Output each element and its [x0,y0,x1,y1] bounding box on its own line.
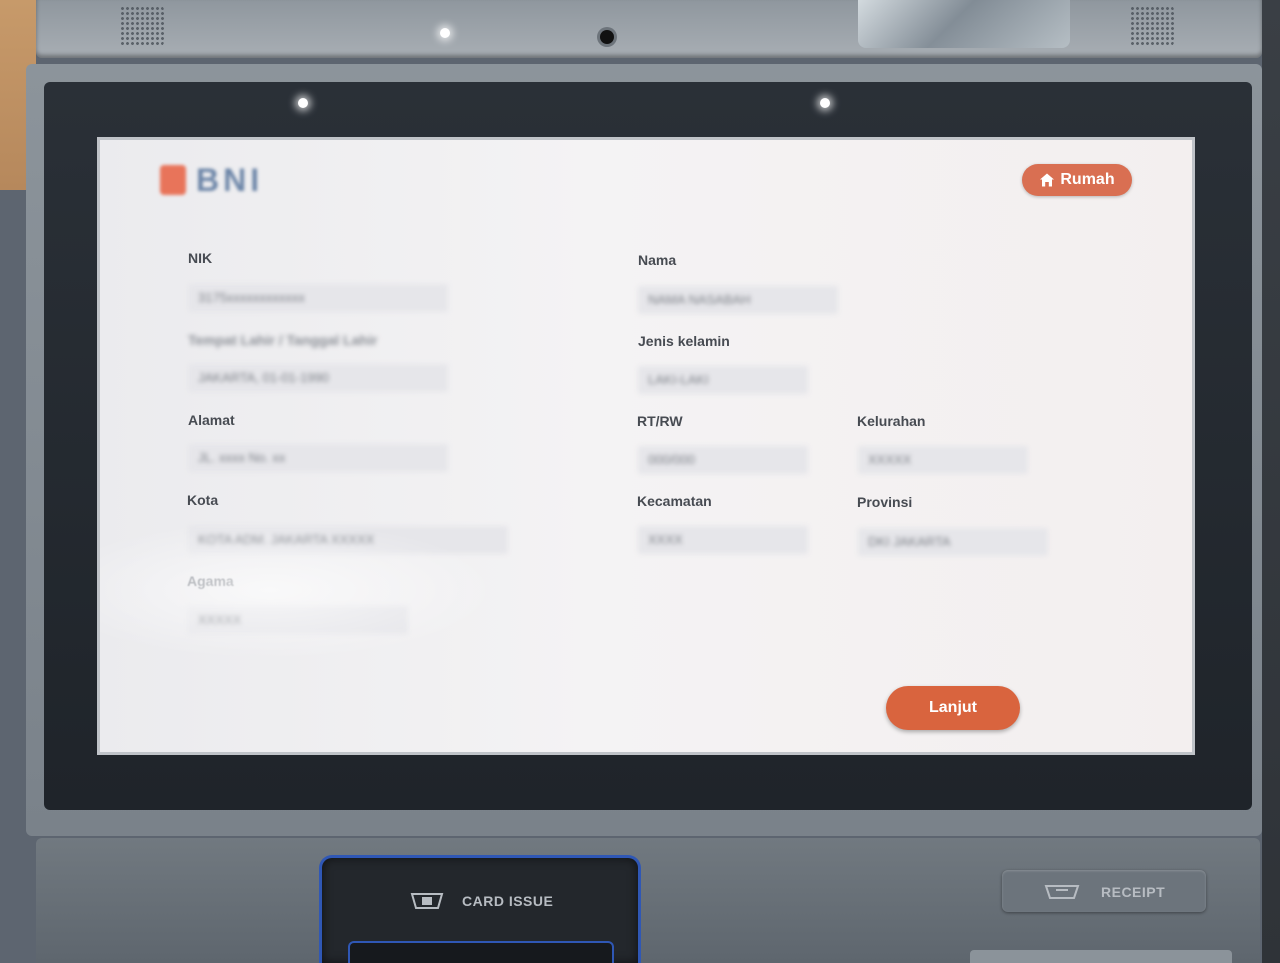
card-slot-opening [350,943,612,963]
bank-logo-text: BNI [196,161,264,198]
bank-logo: BNI [160,162,263,198]
atm-screen: BNI Rumah NIK 3175xxxxxxxxxxxx Tempat La… [100,140,1192,752]
value-agama: XXXXX [188,606,408,634]
label-rt-rw: RT/RW [637,413,683,429]
label-birth: Tempat Lahir / Tanggal Lahir [188,332,378,348]
label-nama: Nama [638,252,677,268]
label-alamat: Alamat [188,412,235,428]
value-jenis-kelamin: LAKI-LAKI [638,366,808,394]
value-nama: NAMA NASABAH [638,286,838,314]
value-provinsi: DKI JAKARTA [858,528,1048,556]
house-icon [1040,173,1055,187]
label-kecamatan: Kecamatan [637,493,712,509]
card-tray-icon [410,893,444,909]
indicator-light [440,28,450,38]
value-kelurahan: XXXXX [858,446,1028,474]
camera-lens [600,30,614,44]
label-jenis-kelamin: Jenis kelamin [638,333,730,349]
speaker-grille-left [120,6,164,46]
top-mirror-reflection [858,0,1070,48]
glass-reflection-light [298,98,308,108]
value-rt-rw: 000/000 [638,446,808,474]
glass-reflection-light [820,98,830,108]
label-kota: Kota [187,492,219,508]
receipt-label: RECEIPT [1101,884,1166,900]
label-agama: Agama [187,573,234,589]
home-button[interactable]: Rumah [1022,164,1132,196]
label-provinsi: Provinsi [857,494,913,510]
value-birth: JAKARTA, 01-01-1990 [188,364,448,392]
label-kelurahan: Kelurahan [857,413,926,429]
value-kota: KOTA ADM. JAKARTA XXXXX [188,526,508,554]
bank-logo-mark [160,165,186,195]
background-column [1262,0,1280,963]
kiosk-top-panel [36,0,1262,58]
value-kecamatan: XXXX [638,526,808,554]
value-nik: 3175xxxxxxxxxxxx [188,284,448,312]
home-button-label: Rumah [1060,171,1115,188]
card-issue-label: CARD ISSUE [462,893,554,909]
receipt-tray-icon [1044,885,1080,899]
speaker-grille-right [1130,6,1174,46]
receipt-slot-opening [970,950,1232,963]
value-alamat: JL. xxxx No. xx [188,444,448,472]
label-nik: NIK [188,250,213,266]
next-button[interactable]: Lanjut [886,686,1020,730]
